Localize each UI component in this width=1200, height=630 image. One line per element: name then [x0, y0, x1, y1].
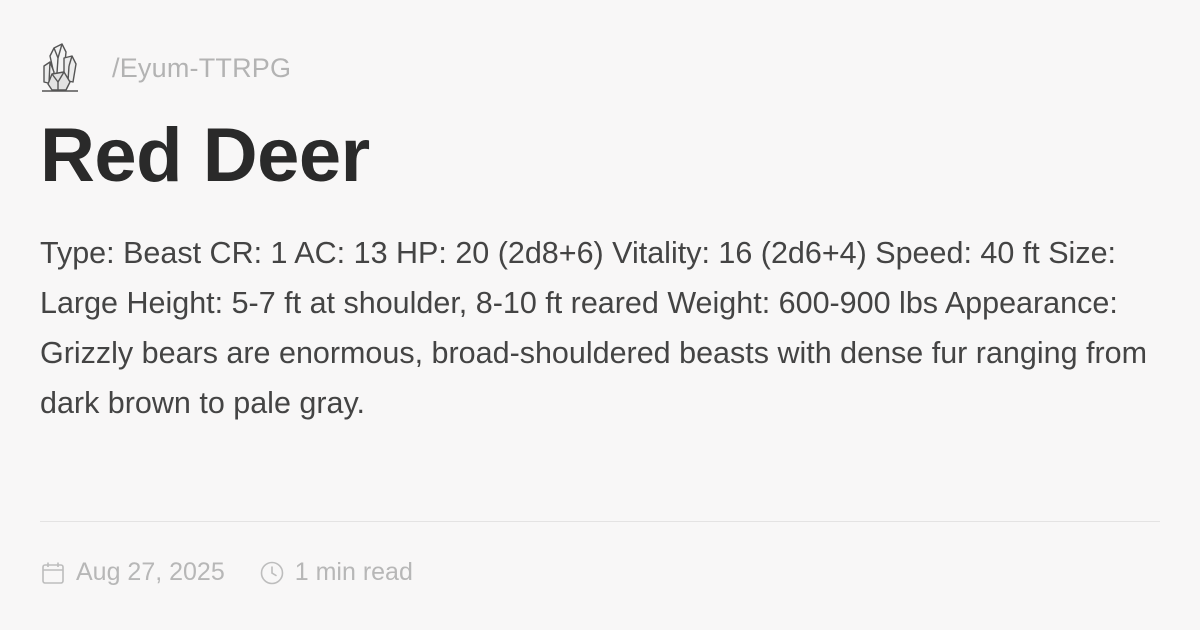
page-title: Red Deer	[40, 113, 370, 198]
site-header: /Eyum-TTRPG	[40, 40, 1160, 96]
site-path-link[interactable]: /Eyum-TTRPG	[112, 53, 291, 84]
read-time-text: 1 min read	[294, 558, 413, 586]
article-excerpt: Type: Beast CR: 1 AC: 13 HP: 20 (2d8+6) …	[40, 236, 1148, 420]
clock-icon	[259, 560, 285, 586]
calendar-icon	[40, 560, 66, 586]
read-time: 1 min read	[259, 558, 413, 587]
article-meta: Aug 27, 2025 1 min read	[40, 558, 413, 587]
divider	[40, 521, 1160, 522]
og-card: /Eyum-TTRPG Red Deer Type: Beast CR: 1 A…	[40, 40, 1160, 600]
crystal-cluster-icon	[40, 40, 88, 96]
publish-date-text: Aug 27, 2025	[76, 558, 225, 586]
publish-date: Aug 27, 2025	[40, 558, 225, 587]
